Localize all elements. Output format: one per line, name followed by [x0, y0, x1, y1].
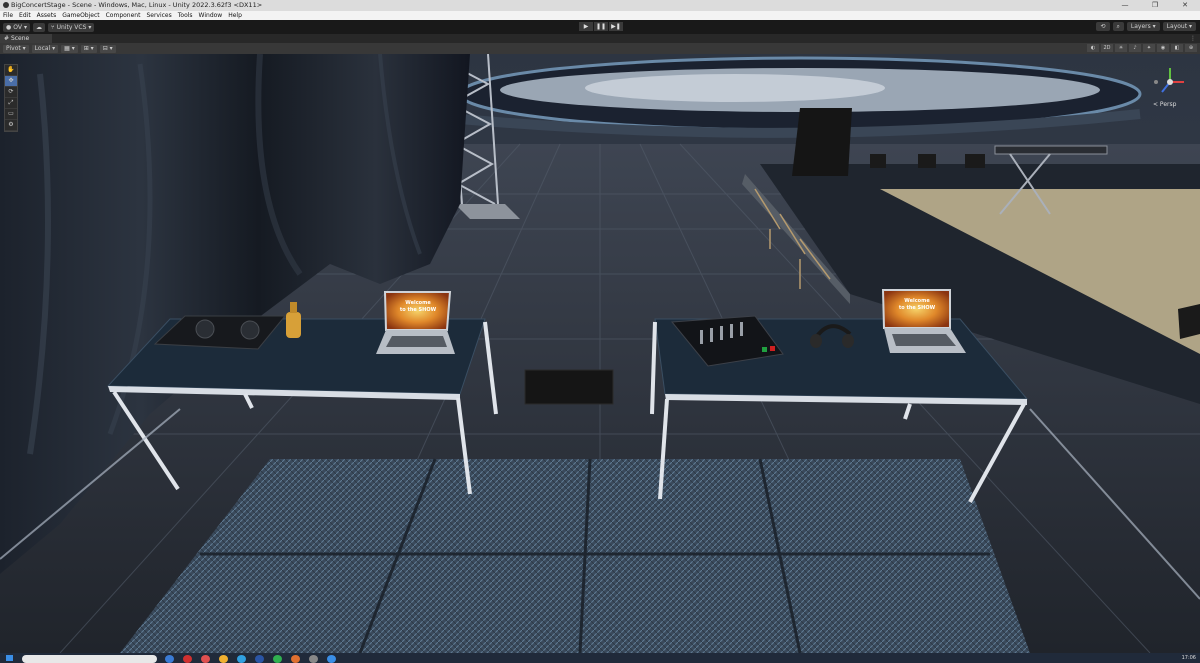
menu-services[interactable]: Services [143, 11, 174, 20]
pivot-dropdown[interactable]: Pivot ▾ [3, 44, 29, 53]
laptop-screen-line1: Welcome [904, 298, 930, 304]
mode-2d-button[interactable]: 2D [1101, 44, 1113, 52]
app-icon[interactable] [291, 655, 300, 663]
layers-dropdown[interactable]: Layers ▾ [1126, 22, 1160, 31]
draw-mode-icon[interactable]: ◐ [1087, 44, 1099, 52]
scene-view-options: ◐ 2D ☀ ♪ ✦ ◉ ◧ ⊕ [1087, 44, 1197, 52]
taskbar-apps [165, 655, 336, 663]
tab-menu-icon[interactable]: ⋮ [1190, 34, 1196, 43]
unity-app-icon [3, 2, 9, 8]
window-title: BigConcertStage - Scene - Windows, Mac, … [11, 1, 263, 9]
play-button[interactable]: ▶ [579, 22, 593, 31]
transform-tool-icon[interactable]: ⚙ [5, 120, 17, 131]
gizmos-icon[interactable]: ⊕ [1185, 44, 1197, 52]
cloud-button[interactable]: ☁ [33, 22, 45, 32]
app-icon[interactable] [165, 655, 174, 663]
account-icon: ● [6, 23, 12, 31]
vcs-button[interactable]: ⑂ Unity VCS ▾ [48, 22, 95, 32]
menu-window[interactable]: Window [196, 11, 226, 20]
app-icon[interactable] [183, 655, 192, 663]
account-button[interactable]: ● OV ▾ [3, 22, 30, 32]
step-button[interactable]: ▶❚ [609, 22, 623, 31]
maximize-button[interactable]: ❐ [1140, 0, 1170, 11]
scale-tool-icon[interactable]: ⤢ [5, 98, 17, 109]
close-button[interactable]: ✕ [1170, 0, 1200, 11]
scene-tab-label: Scene [10, 35, 30, 42]
toolbar-right: ⟲ ⌕ Layers ▾ Layout ▾ [1096, 22, 1196, 31]
orientation-gizmo[interactable]: < Persp [1150, 64, 1190, 108]
scene-toolbar: Pivot ▾ Local ▾ ▦ ▾ ⊞ ▾ ⊟ ▾ ◐ 2D ☀ ♪ ✦ ◉… [0, 43, 1200, 54]
laptop-screen-line2: to the SHOW [399, 307, 437, 313]
menu-tools[interactable]: Tools [175, 11, 196, 20]
app-icon[interactable] [327, 655, 336, 663]
right-laptop-screen-text: Welcome to the SHOW [885, 298, 949, 312]
os-taskbar: 17:06 [0, 653, 1200, 663]
menu-help[interactable]: Help [225, 11, 245, 20]
scene-viewport[interactable]: Welcome to the SHOW Welcome to the SHOW [0, 54, 1200, 653]
taskbar-clock[interactable]: 17:06 [1182, 653, 1196, 663]
camera-icon[interactable]: ◧ [1171, 44, 1183, 52]
layout-label: Layout [1166, 23, 1188, 30]
app-icon[interactable] [309, 655, 318, 663]
grid-snap-button[interactable]: ▦ ▾ [61, 44, 78, 53]
layers-label: Layers [1130, 23, 1151, 30]
scene-tab-bar: # Scene ⋮ [0, 34, 1200, 43]
snap-increment-button[interactable]: ⊞ ▾ [80, 44, 97, 53]
taskbar-search[interactable] [22, 655, 157, 663]
hidden-objects-icon[interactable]: ◉ [1157, 44, 1169, 52]
app-icon[interactable] [273, 655, 282, 663]
playmode-controls: ▶ ❚❚ ▶❚ [579, 22, 623, 31]
layout-dropdown[interactable]: Layout ▾ [1162, 22, 1196, 31]
chevron-down-icon: ▾ [88, 23, 92, 31]
left-laptop-screen-text: Welcome to the SHOW [387, 300, 449, 314]
start-icon[interactable] [6, 655, 13, 661]
local-label: Local [34, 44, 51, 52]
search-icon[interactable]: ⌕ [1112, 22, 1124, 31]
window-controls: — ❐ ✕ [1110, 0, 1200, 11]
menu-file[interactable]: File [0, 11, 16, 20]
menu-component[interactable]: Component [103, 11, 144, 20]
chevron-down-icon: ▾ [23, 23, 27, 31]
ruler-button[interactable]: ⊟ ▾ [99, 44, 116, 53]
lighting-icon[interactable]: ☀ [1115, 44, 1127, 52]
app-icon[interactable] [219, 655, 228, 663]
menu-bar: File Edit Assets GameObject Component Se… [0, 11, 1200, 20]
laptop-screen-line1: Welcome [405, 300, 431, 306]
main-toolbar: ● OV ▾ ☁ ⑂ Unity VCS ▾ ▶ ❚❚ ▶❚ ⟲ ⌕ Layer… [0, 20, 1200, 34]
menu-assets[interactable]: Assets [34, 11, 60, 20]
account-label: OV [13, 23, 22, 31]
app-icon[interactable] [237, 655, 246, 663]
menu-edit[interactable]: Edit [16, 11, 34, 20]
app-icon[interactable] [201, 655, 210, 663]
laptop-screen-line2: to the SHOW [898, 305, 936, 311]
effects-icon[interactable]: ✦ [1143, 44, 1155, 52]
rotate-tool-icon[interactable]: ⟳ [5, 87, 17, 98]
cloud-icon: ☁ [36, 23, 42, 31]
rect-tool-icon[interactable]: ▭ [5, 109, 17, 120]
app-icon[interactable] [255, 655, 264, 663]
pivot-label: Pivot [6, 44, 21, 52]
local-dropdown[interactable]: Local ▾ [31, 44, 59, 53]
scene-tools-overlay: ✋ ✥ ⟳ ⤢ ▭ ⚙ [4, 64, 18, 132]
scene-render [0, 54, 1200, 653]
persp-label[interactable]: < Persp [1153, 101, 1176, 108]
history-icon[interactable]: ⟲ [1096, 22, 1110, 31]
audio-icon[interactable]: ♪ [1129, 44, 1141, 52]
move-tool-icon[interactable]: ✥ [5, 76, 17, 87]
vcs-label: Unity VCS [56, 23, 87, 31]
pause-button[interactable]: ❚❚ [594, 22, 608, 31]
scene-tab-icon: # [4, 35, 10, 42]
hand-tool-icon[interactable]: ✋ [5, 65, 17, 76]
menu-gameobject[interactable]: GameObject [59, 11, 102, 20]
window-titlebar: BigConcertStage - Scene - Windows, Mac, … [0, 0, 1200, 11]
axis-gizmo-icon [1154, 68, 1184, 93]
tab-scene[interactable]: # Scene [0, 34, 52, 43]
vcs-icon: ⑂ [51, 23, 55, 31]
minimize-button[interactable]: — [1110, 0, 1140, 11]
